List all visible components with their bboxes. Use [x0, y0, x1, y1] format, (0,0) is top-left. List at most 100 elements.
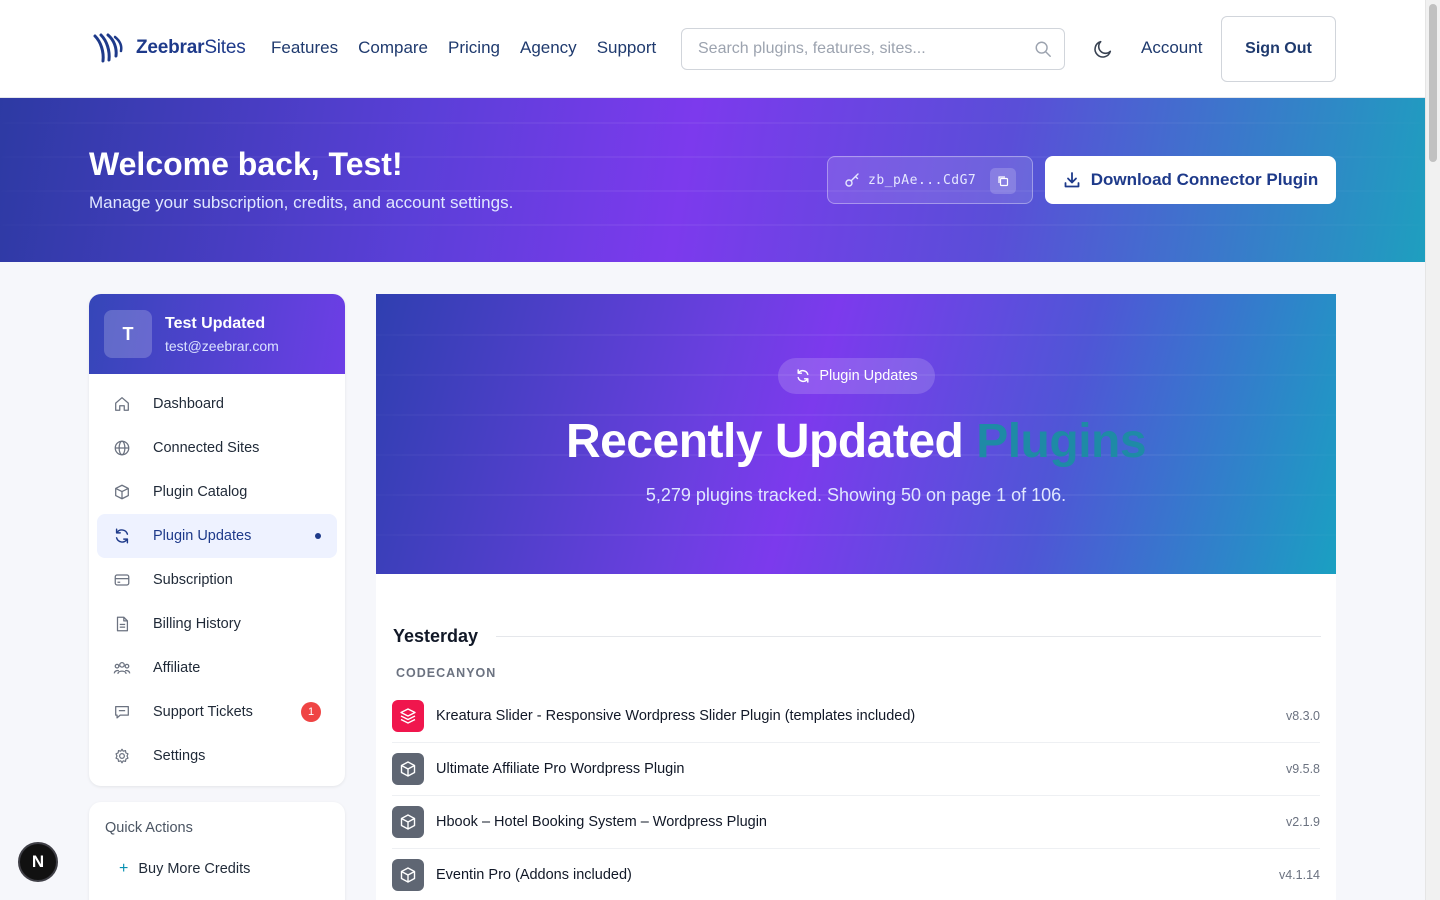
- plugin-row[interactable]: Eventin Pro (Addons included) v4.1.14: [392, 849, 1320, 900]
- plugin-icon-box: [392, 753, 424, 785]
- sidebar-item-label: Dashboard: [153, 396, 224, 412]
- section-divider: [496, 636, 1321, 637]
- top-navigation-bar: ZeebrarSites Features Compare Pricing Ag…: [0, 0, 1425, 98]
- welcome-title: Welcome back, Test!: [89, 146, 403, 182]
- scrollbar-thumb[interactable]: [1429, 4, 1437, 162]
- account-sidebar: T Test Updated test@zeebrar.com Dashboar…: [89, 294, 345, 786]
- box-icon: [115, 484, 129, 500]
- copy-api-key-button[interactable]: [990, 168, 1016, 194]
- welcome-banner: Welcome back, Test! Manage your subscrip…: [0, 98, 1425, 262]
- nav-pricing[interactable]: Pricing: [448, 38, 500, 58]
- plugin-name: Hbook – Hotel Booking System – Wordpress…: [436, 814, 767, 830]
- refresh-icon: [115, 528, 129, 544]
- profile-email: test@zeebrar.com: [165, 338, 279, 354]
- package-icon: [400, 814, 416, 830]
- main-nav: Features Compare Pricing Agency Support: [271, 38, 656, 58]
- sidebar-item-settings[interactable]: Settings: [97, 734, 337, 778]
- users-icon: [113, 661, 131, 675]
- sidebar-item-plugin-updates[interactable]: Plugin Updates: [97, 514, 337, 558]
- refresh-icon: [797, 369, 809, 383]
- sidebar-item-label: Settings: [153, 748, 206, 764]
- plugin-version: v8.3.0: [1285, 709, 1320, 723]
- quick-actions-title: Quick Actions: [105, 820, 193, 836]
- nav-agency[interactable]: Agency: [520, 38, 577, 58]
- updates-hero: Plugin Updates Recently Updated Plugins …: [376, 294, 1336, 574]
- plugin-row[interactable]: Ultimate Affiliate Pro Wordpress Plugin …: [392, 743, 1320, 796]
- package-icon: [400, 867, 416, 883]
- download-connector-plugin-button[interactable]: Download Connector Plugin: [1045, 156, 1336, 204]
- quick-actions-card: Quick Actions + Buy More Credits: [89, 802, 345, 900]
- plugin-name: Eventin Pro (Addons included): [436, 867, 632, 883]
- nav-compare[interactable]: Compare: [358, 38, 428, 58]
- nav-support[interactable]: Support: [597, 38, 657, 58]
- zebra-logo-icon: [93, 33, 123, 63]
- sidebar-item-support-tickets[interactable]: Support Tickets 1: [97, 690, 337, 734]
- copy-icon: [998, 176, 1009, 187]
- package-icon: [400, 761, 416, 777]
- plugin-icon-box: [392, 700, 424, 732]
- buy-more-credits-link[interactable]: + Buy More Credits: [119, 860, 250, 878]
- date-group-title: Yesterday: [393, 626, 479, 646]
- plugin-version: v2.1.9: [1285, 815, 1320, 829]
- page-scrollbar[interactable]: [1425, 0, 1440, 900]
- search-icon[interactable]: [1034, 40, 1052, 58]
- api-key-text: zb_pAe...CdG7: [868, 172, 977, 188]
- download-icon: [1064, 172, 1080, 188]
- layers-icon: [400, 708, 416, 724]
- sidebar-item-connected-sites[interactable]: Connected Sites: [97, 426, 337, 470]
- plugin-version: v4.1.14: [1278, 868, 1320, 882]
- sidebar-item-label: Subscription: [153, 572, 233, 588]
- ticket-count-badge: 1: [301, 702, 321, 722]
- avatar: T: [104, 310, 152, 358]
- globe-icon: [114, 440, 130, 456]
- plugin-row[interactable]: Hbook – Hotel Booking System – Wordpress…: [392, 796, 1320, 849]
- hero-title: Recently Updated Plugins: [565, 415, 1147, 468]
- sidebar-item-label: Support Tickets: [153, 704, 253, 720]
- sidebar-menu: Dashboard Connected Sites Plugin Catalog…: [89, 374, 345, 778]
- plugin-row[interactable]: Kreatura Slider - Responsive Wordpress S…: [392, 690, 1320, 743]
- sidebar-item-dashboard[interactable]: Dashboard: [97, 382, 337, 426]
- active-indicator-dot: [315, 533, 321, 539]
- plugin-name: Kreatura Slider - Responsive Wordpress S…: [436, 708, 916, 724]
- plugin-name: Ultimate Affiliate Pro Wordpress Plugin: [436, 761, 685, 777]
- plugin-updates-chip: Plugin Updates: [778, 358, 935, 394]
- search-box: [681, 28, 1065, 70]
- plus-icon: +: [119, 860, 129, 877]
- profile-card: T Test Updated test@zeebrar.com: [89, 294, 345, 374]
- hero-subtitle: 5,279 plugins tracked. Showing 50 on pag…: [645, 485, 1067, 505]
- search-input[interactable]: [698, 29, 1028, 69]
- quick-action-label: Buy More Credits: [138, 861, 251, 877]
- logo-text: ZeebrarSites: [136, 37, 246, 58]
- home-icon: [115, 397, 129, 411]
- plugin-version: v9.5.8: [1285, 762, 1320, 776]
- dark-mode-moon-icon[interactable]: [1092, 38, 1114, 60]
- sidebar-item-label: Connected Sites: [153, 440, 260, 456]
- plugin-update-list: Kreatura Slider - Responsive Wordpress S…: [392, 690, 1320, 900]
- profile-name: Test Updated: [165, 315, 266, 332]
- plugin-icon-box: [392, 806, 424, 838]
- sidebar-item-label: Billing History: [153, 616, 241, 632]
- sidebar-item-affiliate[interactable]: Affiliate: [97, 646, 337, 690]
- credit-card-icon: [114, 574, 130, 586]
- sidebar-item-subscription[interactable]: Subscription: [97, 558, 337, 602]
- plugin-icon-box: [392, 859, 424, 891]
- file-icon: [116, 616, 129, 632]
- sidebar-item-label: Affiliate: [153, 660, 201, 676]
- chip-label: Plugin Updates: [819, 368, 918, 384]
- download-button-label: Download Connector Plugin: [1090, 170, 1319, 189]
- floating-dev-tools-button[interactable]: N: [18, 842, 58, 882]
- key-icon: [845, 173, 859, 187]
- chat-icon: [115, 705, 129, 719]
- nav-features[interactable]: Features: [271, 38, 338, 58]
- sidebar-item-billing-history[interactable]: Billing History: [97, 602, 337, 646]
- api-key-display: zb_pAe...CdG7: [827, 156, 1033, 204]
- plugin-updates-panel: Plugin Updates Recently Updated Plugins …: [376, 294, 1336, 900]
- sidebar-item-plugin-catalog[interactable]: Plugin Catalog: [97, 470, 337, 514]
- sign-out-button[interactable]: Sign Out: [1221, 16, 1336, 82]
- site-logo[interactable]: ZeebrarSites: [92, 32, 246, 64]
- source-label: CODECANYON: [396, 666, 497, 680]
- sidebar-item-label: Plugin Catalog: [153, 484, 248, 500]
- welcome-subtitle: Manage your subscription, credits, and a…: [89, 193, 514, 212]
- account-link[interactable]: Account: [1141, 38, 1202, 58]
- sidebar-item-label: Plugin Updates: [153, 528, 252, 544]
